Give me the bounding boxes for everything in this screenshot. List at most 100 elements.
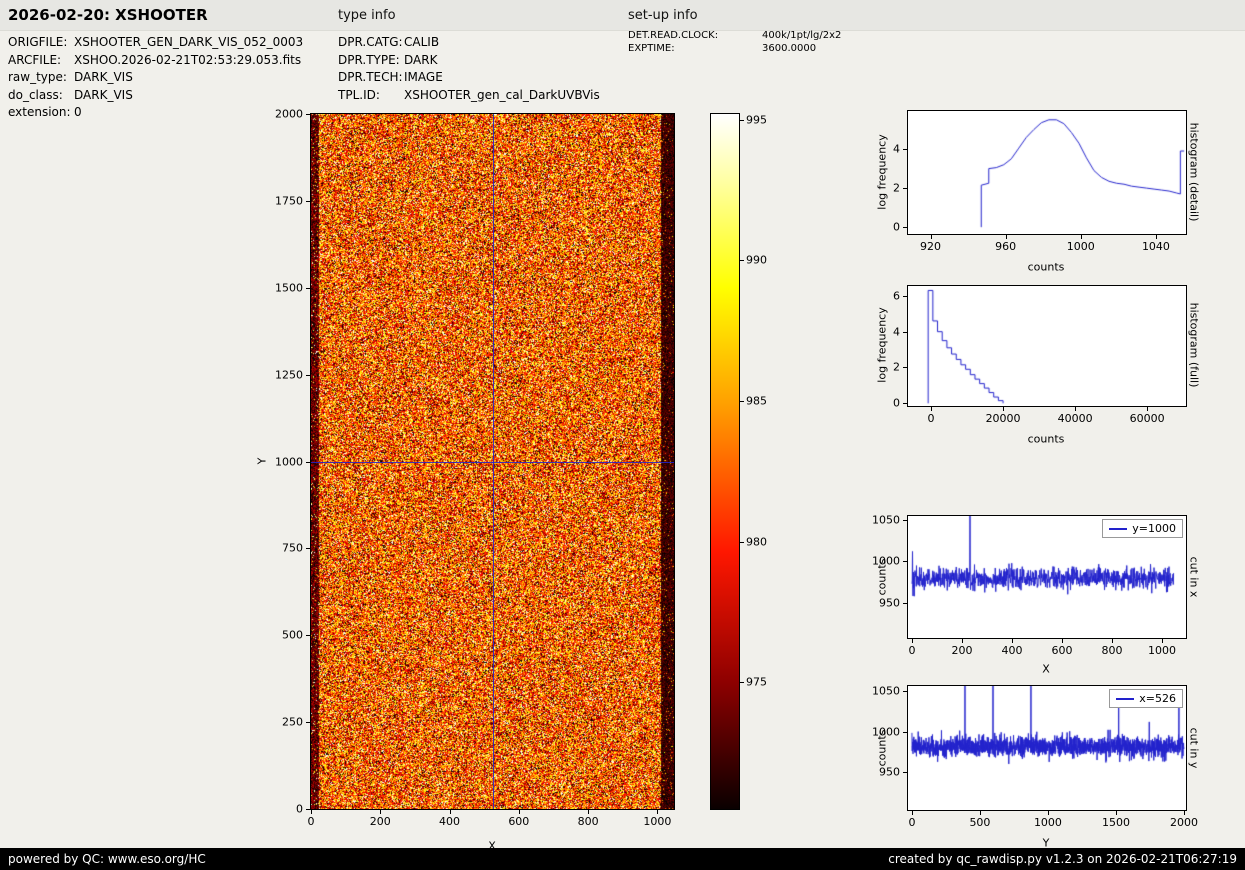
y-tick-mark (903, 403, 907, 405)
crosshair-horizontal-line (311, 461, 674, 463)
metadata-label: DET.READ.CLOCK: (628, 30, 719, 41)
x-tick-mark (380, 810, 382, 814)
x-tick-mark (1183, 811, 1185, 815)
y-tick-label: 1050 (872, 684, 900, 698)
x-tick-mark (931, 407, 933, 411)
x-tick-mark (1112, 639, 1113, 643)
y-tick-mark (903, 561, 907, 563)
x-tick-label: 800 (1101, 644, 1123, 657)
hist-full-x-axis-label: counts (1027, 432, 1065, 446)
x-tick-label: 0 (908, 816, 916, 829)
x-tick-label: 920 (920, 240, 942, 253)
y-tick-mark (903, 367, 907, 369)
y-tick-mark (903, 602, 907, 604)
metadata-value: DARK (404, 52, 438, 67)
x-tick-mark (1115, 811, 1117, 815)
type-info-block: DPR.CATG: CALIB DPR.TYPE: DARK DPR.TECH: IMAG… (338, 34, 600, 104)
x-tick-label: 1040 (1141, 240, 1170, 253)
colorbar-tick-label: 980 (746, 535, 767, 549)
y-tick-mark (903, 520, 907, 522)
metadata-value: XSHOOTER_GEN_DARK_VIS_052_0003 (74, 35, 304, 49)
x-tick-mark (1080, 235, 1082, 239)
y-tick-label: 2 (893, 360, 900, 374)
metadata-row: DPR.TECH: IMAGE (338, 69, 600, 87)
metadata-label: DPR.CATG: (338, 35, 403, 49)
metadata-row: DPR.CATG: CALIB (338, 34, 600, 52)
colorbar-tick-label: 990 (746, 253, 767, 267)
x-tick-label: 200 (951, 644, 973, 657)
x-tick-mark (979, 811, 981, 815)
metadata-label: EXPTIME: (628, 43, 675, 54)
footer-powered-by: powered by QC: www.eso.org/HC (8, 852, 206, 866)
metadata-value: 0 (74, 105, 82, 119)
metadata-label: DPR.TYPE: (338, 52, 400, 67)
metadata-label: do_class: (8, 87, 63, 102)
metadata-value: DARK_VIS (74, 70, 133, 84)
y-tick-mark (306, 635, 310, 637)
metadata-value: XSHOOTER_gen_cal_DarkUVBVis (404, 87, 600, 102)
y-tick-mark (903, 731, 907, 733)
main-y-axis-label: Y (255, 457, 269, 465)
histogram-full-plot: 0 20000 40000 60000 0 2 4 6 (893, 285, 1187, 425)
x-tick-mark (911, 639, 913, 643)
colorbar-tick-mark (740, 260, 744, 262)
x-tick-mark (1062, 639, 1063, 643)
y-tick-mark (903, 227, 907, 229)
metadata-row: ORIGFILE: XSHOOTER_GEN_DARK_VIS_052_0003 (8, 34, 303, 52)
x-tick-label: 0 (307, 815, 315, 828)
colorbar-tick-label: 975 (746, 675, 767, 689)
metadata-row: extension: 0 (8, 104, 303, 122)
y-tick-label: 0 (893, 220, 900, 234)
colorbar-tick-mark (740, 401, 744, 402)
y-tick-label: 1000 (275, 455, 303, 468)
hist-detail-right-label: histogram (detail) (1187, 122, 1201, 222)
y-tick-label: 0 (296, 802, 303, 816)
cut-in-x-plot: y=1000 0 200 400 600 800 1000 950 1000 1050 (872, 514, 1187, 657)
x-tick-label: 400 (439, 815, 461, 828)
y-tick-label: 4 (893, 142, 900, 156)
x-tick-label: 20000 (985, 412, 1021, 425)
y-tick-label: 0 (893, 396, 900, 410)
x-tick-mark (930, 235, 932, 239)
x-tick-label: 600 (1051, 644, 1073, 657)
x-tick-label: 1500 (1101, 816, 1130, 829)
x-tick-label: 1000 (1148, 644, 1176, 657)
y-tick-mark (903, 331, 907, 333)
hist-full-y-axis-label: log frequency (875, 307, 889, 383)
metadata-label: extension: (8, 105, 71, 119)
colorbar-tick-mark (740, 119, 744, 121)
legend-line-sample (1109, 527, 1128, 530)
y-tick-mark (903, 295, 907, 297)
y-tick-label: 750 (282, 541, 303, 555)
x-tick-mark (1012, 639, 1013, 643)
y-tick-mark (903, 772, 907, 774)
setup-info-heading: set-up info (628, 8, 698, 23)
y-tick-label: 950 (879, 596, 900, 610)
x-tick-label: 2000 (1169, 816, 1198, 829)
colorbar: 975 980 985 990 995 (710, 113, 767, 810)
y-tick-label: 1000 (872, 725, 900, 739)
cut-in-y-plot: x=526 0 500 1000 1500 2000 950 1000 1050 (872, 684, 1198, 829)
x-tick-label: 600 (508, 815, 530, 828)
x-tick-mark (961, 639, 963, 643)
cut-y-legend: x=526 (1109, 689, 1183, 708)
x-tick-label: 60000 (1129, 412, 1165, 425)
cut-y-right-label: cut in y (1187, 727, 1201, 769)
y-tick-mark (306, 374, 310, 376)
colorbar-tick-mark (740, 682, 744, 684)
metadata-label: raw_type: (8, 70, 67, 84)
qc-report-page: 2026-02-20: XSHOOTER type info set-up in… (0, 0, 1245, 870)
x-tick-label: 800 (577, 815, 599, 828)
y-tick-label: 2000 (275, 107, 303, 121)
y-tick-label: 1250 (275, 368, 303, 382)
colorbar-tick-label: 995 (746, 113, 767, 127)
file-metadata-block: ORIGFILE: XSHOOTER_GEN_DARK_VIS_052_0003 A… (8, 34, 303, 122)
y-tick-mark (306, 114, 310, 115)
x-tick-mark (588, 810, 590, 814)
metadata-row: DPR.TYPE: DARK (338, 52, 600, 70)
page-title: 2026-02-20: XSHOOTER (8, 6, 208, 24)
x-tick-mark (1155, 235, 1157, 239)
y-tick-mark (903, 690, 907, 692)
y-tick-mark (903, 188, 907, 190)
x-tick-label: 400 (1001, 644, 1023, 657)
